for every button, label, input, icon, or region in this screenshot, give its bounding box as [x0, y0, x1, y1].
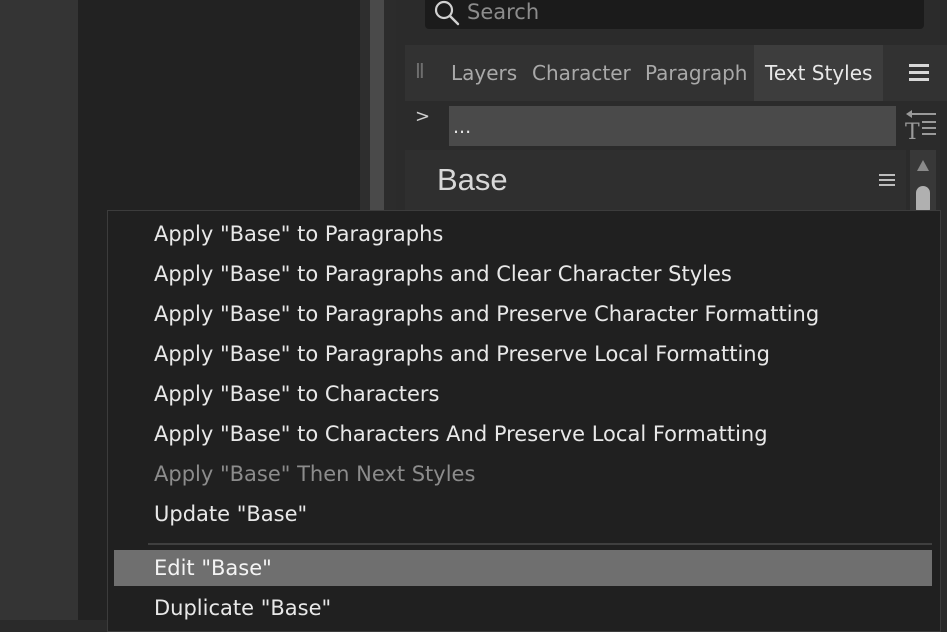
panel-tab-bar: II Layers Character Paragraph Text Style…	[405, 45, 947, 101]
menu-item-apply-paragraphs[interactable]: Apply "Base" to Paragraphs	[114, 216, 932, 252]
tab-text-styles[interactable]: Text Styles	[754, 45, 884, 101]
vertical-scrollbar[interactable]	[910, 150, 936, 216]
tab-paragraph[interactable]: Paragraph	[645, 45, 747, 101]
search-placeholder: Search	[467, 0, 540, 24]
menu-item-duplicate[interactable]: Duplicate "Base"	[114, 590, 932, 626]
left-toolbar-strip	[0, 0, 78, 620]
text-style-icon[interactable]: T	[904, 108, 938, 142]
style-path-field[interactable]: ...	[449, 106, 896, 146]
menu-item-apply-paragraphs-preserve-char[interactable]: Apply "Base" to Paragraphs and Preserve …	[114, 296, 932, 332]
drag-grip-icon[interactable]: II	[415, 59, 425, 83]
menu-item-apply-paragraphs-clear-char[interactable]: Apply "Base" to Paragraphs and Clear Cha…	[114, 256, 932, 292]
menu-item-update[interactable]: Update "Base"	[114, 496, 932, 532]
menu-item-apply-then-next: Apply "Base" Then Next Styles	[154, 462, 476, 486]
style-list-item[interactable]: Base	[405, 150, 906, 212]
style-name: Base	[437, 162, 508, 197]
tab-layers[interactable]: Layers	[451, 45, 517, 101]
panel-menu-icon[interactable]	[908, 61, 930, 83]
scroll-up-arrow-icon[interactable]	[917, 160, 929, 171]
menu-item-apply-paragraphs-preserve-local[interactable]: Apply "Base" to Paragraphs and Preserve …	[114, 336, 932, 372]
menu-separator	[148, 543, 932, 545]
tab-character[interactable]: Character	[532, 45, 631, 101]
style-path-value: ...	[453, 116, 472, 138]
search-icon	[434, 0, 460, 26]
chevron-right-icon[interactable]: >	[415, 106, 430, 127]
search-field[interactable]: Search	[425, 0, 924, 29]
menu-item-edit[interactable]: Edit "Base"	[114, 550, 932, 586]
menu-item-apply-characters[interactable]: Apply "Base" to Characters	[114, 376, 932, 412]
svg-text:T: T	[905, 120, 920, 142]
context-menu: Apply "Base" to Paragraphs Apply "Base" …	[107, 210, 941, 632]
style-row-menu-icon[interactable]	[879, 172, 895, 188]
menu-item-apply-characters-preserve-local[interactable]: Apply "Base" to Characters And Preserve …	[114, 416, 932, 452]
